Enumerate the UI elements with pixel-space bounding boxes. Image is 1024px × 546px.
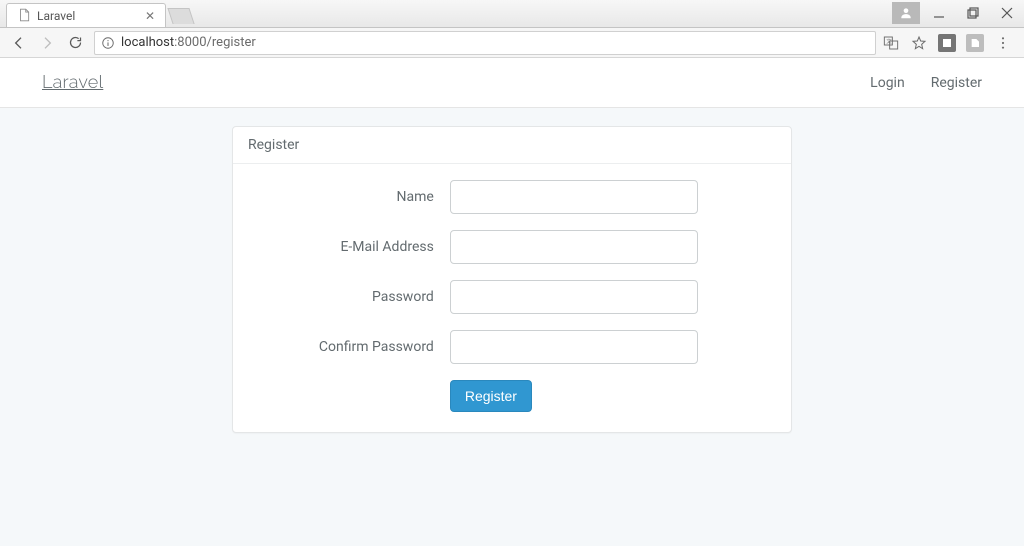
kebab-icon[interactable] <box>994 34 1012 52</box>
panel-body: Name E-Mail Address Password <box>233 164 791 432</box>
maximize-icon[interactable] <box>956 1 990 25</box>
password-label: Password <box>253 289 450 305</box>
url-path: /register <box>207 35 256 50</box>
page-body: Laravel Login Register Register Name E-M… <box>0 58 1024 546</box>
site-info-icon[interactable] <box>101 36 115 50</box>
form-row-confirm: Confirm Password <box>253 330 771 364</box>
translate-icon[interactable]: 文 <box>882 34 900 52</box>
form-row-password: Password <box>253 280 771 314</box>
form-row-name: Name <box>253 180 771 214</box>
close-icon[interactable] <box>990 1 1024 25</box>
browser-tab[interactable]: Laravel ✕ <box>6 3 166 27</box>
email-field[interactable] <box>450 230 699 264</box>
url-field[interactable]: localhost:8000/register <box>94 31 876 55</box>
main-container: Register Name E-Mail Address Password <box>42 108 982 433</box>
register-panel: Register Name E-Mail Address Password <box>232 126 792 433</box>
password-field[interactable] <box>450 280 699 314</box>
register-button[interactable]: Register <box>450 380 532 412</box>
svg-text:文: 文 <box>886 37 892 45</box>
new-tab-button[interactable] <box>167 8 194 24</box>
url-host: localhost <box>121 35 174 50</box>
nav-register-link[interactable]: Register <box>931 75 982 91</box>
panel-heading: Register <box>233 127 791 164</box>
pdf-icon[interactable] <box>966 34 984 52</box>
window-controls <box>892 0 1024 27</box>
browser-chrome: Laravel ✕ <box>0 0 1024 58</box>
url-port: :8000 <box>174 35 206 50</box>
close-tab-icon[interactable]: ✕ <box>145 9 155 23</box>
nav-login-link[interactable]: Login <box>870 75 905 91</box>
user-icon[interactable] <box>892 2 920 24</box>
nav-links: Login Register <box>870 75 982 91</box>
app-navbar: Laravel Login Register <box>0 58 1024 108</box>
name-field[interactable] <box>450 180 699 214</box>
email-label: E-Mail Address <box>253 239 450 255</box>
confirm-password-field[interactable] <box>450 330 699 364</box>
brand-link[interactable]: Laravel <box>42 72 103 93</box>
form-row-email: E-Mail Address <box>253 230 771 264</box>
tab-group: Laravel ✕ <box>0 0 192 27</box>
back-button[interactable] <box>6 30 32 56</box>
forward-button[interactable] <box>34 30 60 56</box>
name-label: Name <box>253 189 450 205</box>
url-text: localhost:8000/register <box>121 35 256 50</box>
confirm-password-label: Confirm Password <box>253 339 450 355</box>
address-bar: localhost:8000/register 文 <box>0 28 1024 58</box>
star-icon[interactable] <box>910 34 928 52</box>
address-bar-actions: 文 <box>882 34 1018 52</box>
page-icon <box>17 8 31 24</box>
tab-bar: Laravel ✕ <box>0 0 1024 28</box>
extension-icon[interactable] <box>938 34 956 52</box>
submit-row: Register <box>253 380 771 412</box>
tab-title: Laravel <box>37 9 75 23</box>
reload-button[interactable] <box>62 30 88 56</box>
minimize-icon[interactable] <box>922 1 956 25</box>
